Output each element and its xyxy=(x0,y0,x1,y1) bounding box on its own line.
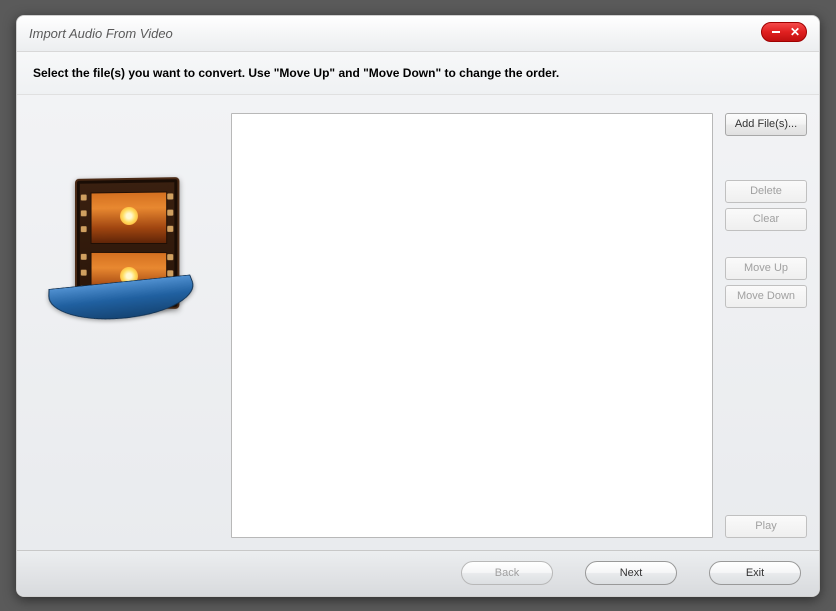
import-audio-dialog: Import Audio From Video ✕ Select the fil… xyxy=(16,15,820,597)
back-button[interactable]: Back xyxy=(461,561,553,585)
close-button[interactable]: ✕ xyxy=(761,22,807,42)
next-button[interactable]: Next xyxy=(585,561,677,585)
main-area: Add File(s)... Delete Clear Move Up Move… xyxy=(17,95,819,550)
close-icon: ✕ xyxy=(790,26,800,38)
side-button-panel: Add File(s)... Delete Clear Move Up Move… xyxy=(725,113,807,538)
clear-button[interactable]: Clear xyxy=(725,208,807,231)
titlebar: Import Audio From Video ✕ xyxy=(17,16,819,52)
minimize-icon xyxy=(772,31,780,33)
file-list[interactable] xyxy=(231,113,713,538)
window-title: Import Audio From Video xyxy=(29,26,173,41)
exit-button[interactable]: Exit xyxy=(709,561,801,585)
move-down-button[interactable]: Move Down xyxy=(725,285,807,308)
play-button[interactable]: Play xyxy=(725,515,807,538)
instruction-text: Select the file(s) you want to convert. … xyxy=(17,52,819,95)
illustration-panel xyxy=(29,113,219,538)
window-controls: ✕ xyxy=(761,22,807,42)
film-reel-icon xyxy=(54,173,194,333)
footer-bar: Back Next Exit xyxy=(17,550,819,596)
move-up-button[interactable]: Move Up xyxy=(725,257,807,280)
delete-button[interactable]: Delete xyxy=(725,180,807,203)
add-files-button[interactable]: Add File(s)... xyxy=(725,113,807,136)
